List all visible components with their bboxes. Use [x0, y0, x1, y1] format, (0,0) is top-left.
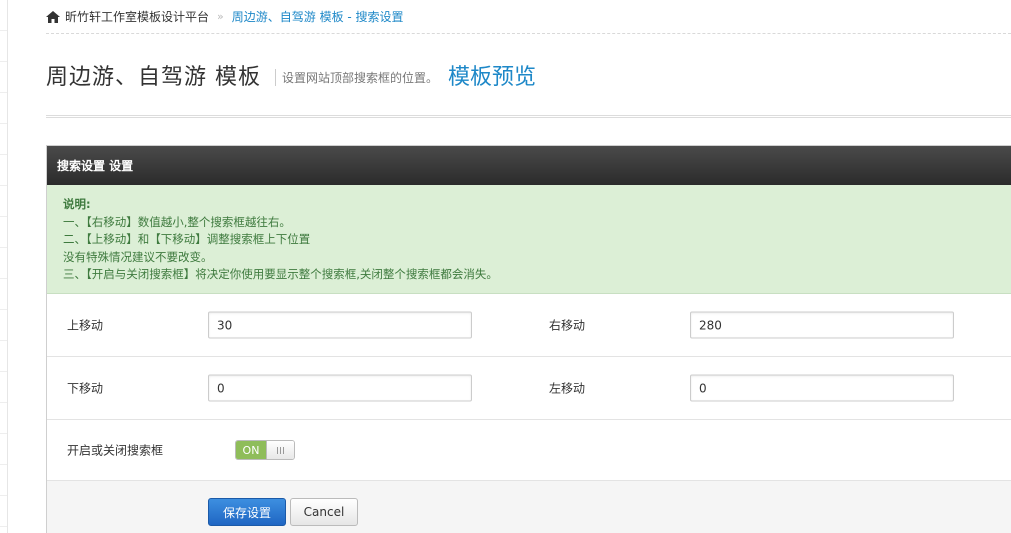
toggle-knob[interactable]	[266, 441, 294, 459]
note-line: 三、【开启与关闭搜索框】将决定你使用要显示整个搜索框,关闭整个搜索框都会消失。	[63, 267, 498, 281]
breadcrumb-current-link[interactable]: 周边游、自驾游 模板 - 搜索设置	[232, 8, 404, 25]
panel-header: 搜索设置 设置	[47, 146, 1011, 185]
right-move-input[interactable]	[690, 311, 954, 339]
up-move-input[interactable]	[208, 311, 472, 339]
note-line: 没有特殊情况建议不要改变。	[63, 249, 213, 264]
grip-lines-icon	[276, 446, 285, 454]
cancel-button[interactable]: Cancel	[290, 498, 358, 526]
left-move-input[interactable]	[690, 374, 954, 402]
page-header: 周边游、自驾游 模板 设置网站顶部搜索框的位置。 模板预览	[46, 34, 1011, 118]
toggle-on-text: ON	[236, 441, 266, 459]
down-move-input[interactable]	[208, 374, 472, 402]
search-box-toggle[interactable]: ON	[235, 440, 295, 460]
form-actions: 保存设置 Cancel	[47, 481, 1011, 533]
breadcrumb: 昕竹轩工作室模板设计平台 » 周边游、自驾游 模板 - 搜索设置	[46, 0, 1011, 34]
left-scroll-edge	[0, 0, 8, 533]
page-title: 周边游、自驾游 模板	[46, 64, 261, 90]
form-row-down-left: 下移动 左移动	[47, 357, 1011, 420]
note-line: 一、【右移动】数值越小,整个搜索框越往右。	[63, 214, 291, 229]
search-toggle-label: 开启或关闭搜索框	[67, 443, 164, 458]
page-subtitle: 设置网站顶部搜索框的位置。	[275, 69, 438, 86]
note-line: 二、【上移动】和【下移动】调整搜索框上下位置	[63, 232, 311, 246]
left-move-label: 左移动	[549, 381, 586, 396]
template-preview-link[interactable]: 模板预览	[448, 59, 536, 91]
up-move-label: 上移动	[67, 318, 104, 333]
form-row-up-right: 上移动 右移动	[47, 294, 1011, 357]
search-settings-panel: 搜索设置 设置 说明: 一、【右移动】数值越小,整个搜索框越往右。 二、【上移动…	[46, 145, 1011, 533]
breadcrumb-home-link[interactable]: 昕竹轩工作室模板设计平台	[65, 8, 209, 25]
form-row-toggle: 开启或关闭搜索框 ON	[47, 420, 1011, 481]
down-move-label: 下移动	[67, 381, 104, 396]
instructions-note: 说明: 一、【右移动】数值越小,整个搜索框越往右。 二、【上移动】和【下移动】调…	[47, 185, 1011, 294]
right-move-label: 右移动	[549, 318, 586, 333]
note-title: 说明:	[63, 197, 91, 211]
save-settings-button[interactable]: 保存设置	[208, 498, 286, 526]
breadcrumb-separator: »	[217, 10, 224, 23]
home-icon	[46, 10, 60, 23]
